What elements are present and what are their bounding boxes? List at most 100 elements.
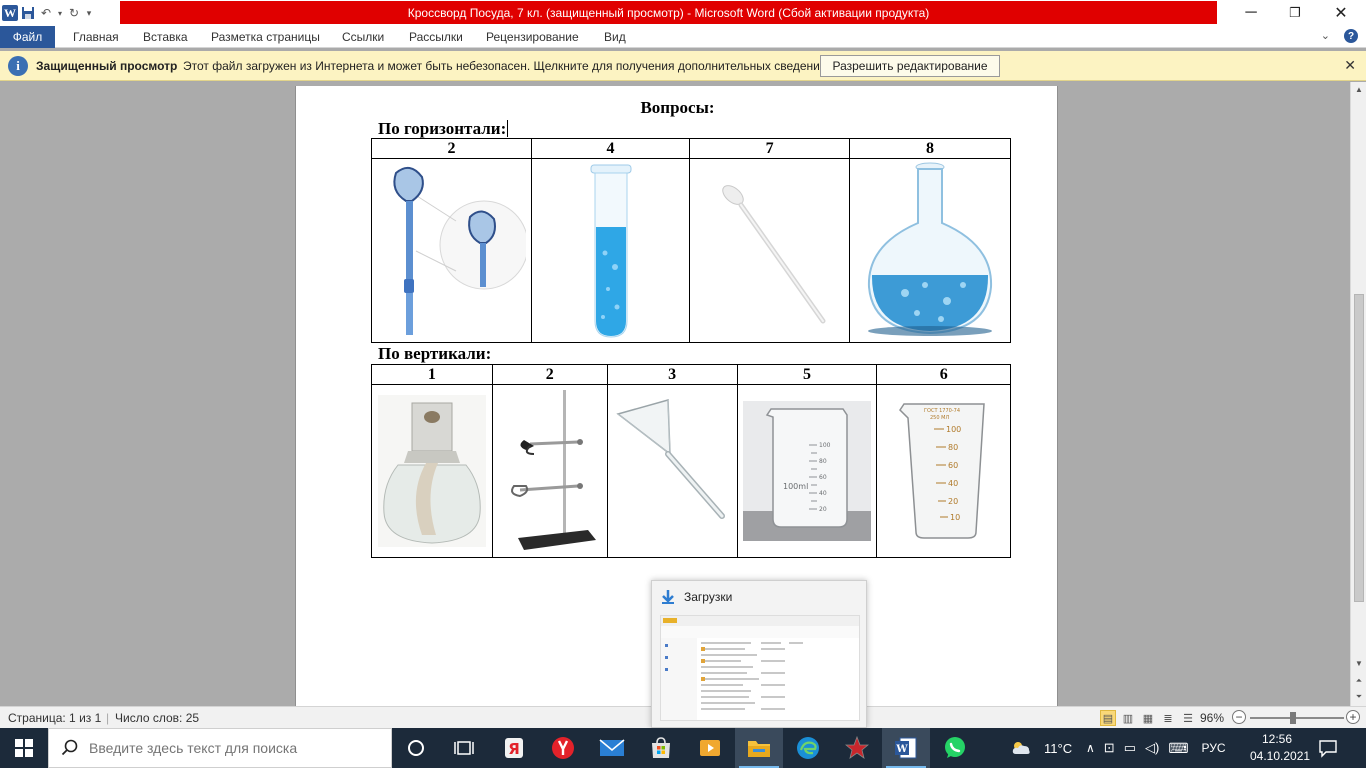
- zoom-out-icon[interactable]: −: [1232, 710, 1246, 724]
- svg-text:Я: Я: [508, 740, 520, 758]
- yandex-icon: [552, 737, 574, 759]
- help-icon[interactable]: ?: [1344, 29, 1358, 43]
- system-tray: ∧ ⊡ ▭ ◁) ⌨ РУС: [1086, 728, 1226, 768]
- taskbar-mail[interactable]: [588, 728, 636, 768]
- scroll-down-icon[interactable]: ▼: [1351, 656, 1366, 670]
- full-screen-reading-icon[interactable]: ▥: [1120, 710, 1136, 726]
- horizontal-numbers-row: 2 4 7 8: [371, 138, 1011, 159]
- file-explorer-icon: [748, 741, 770, 757]
- draft-icon[interactable]: ☰: [1180, 710, 1196, 726]
- outline-icon[interactable]: ≣: [1160, 710, 1176, 726]
- measuring-cup-cell: ГОСТ 1770-74 250 МЛ 100 80 60 40 20 10: [876, 384, 1011, 558]
- tab-mailings[interactable]: Рассылки: [409, 26, 463, 48]
- zoom-knob[interactable]: [1290, 712, 1296, 724]
- cup-mark-10: 10: [950, 513, 960, 522]
- clock-date: 04.10.2021: [1250, 749, 1311, 763]
- expand-ribbon-icon[interactable]: ⌄: [1321, 29, 1330, 43]
- redo-icon[interactable]: ↻: [66, 5, 82, 21]
- vertical-table: 1 2 3 5 6 100 80 60 40 20 100ml ГОСТ 177…: [371, 364, 1011, 558]
- view-modes: ▤ ▥ ▦ ≣ ☰: [1100, 710, 1196, 726]
- undo-dropdown-icon[interactable]: ▾: [56, 5, 64, 21]
- restore-button[interactable]: ❐: [1272, 0, 1318, 26]
- tab-insert[interactable]: Вставка: [143, 26, 188, 48]
- horizontal-label-text: По горизонтали:: [378, 119, 507, 138]
- word-count[interactable]: Число слов: 25: [115, 711, 199, 725]
- zoom-slider[interactable]: − +: [1232, 710, 1362, 726]
- system-clock[interactable]: 12:56 04.10.2021: [1250, 731, 1311, 765]
- vertical-label: По вертикали:: [378, 344, 492, 363]
- zoom-level[interactable]: 96%: [1200, 711, 1224, 725]
- keyboard-icon[interactable]: ⌨: [1168, 740, 1188, 757]
- restore-icon: ❐: [1289, 5, 1301, 20]
- taskbar-yandex-browser[interactable]: Я: [490, 728, 538, 768]
- web-layout-icon[interactable]: ▦: [1140, 710, 1156, 726]
- explorer-preview[interactable]: [660, 615, 860, 721]
- tab-home[interactable]: Главная: [73, 26, 119, 48]
- save-icon[interactable]: [20, 5, 36, 21]
- download-arrow-icon: [662, 590, 674, 604]
- word-app-icon: W: [895, 737, 917, 759]
- protected-view-bar[interactable]: i Защищенный просмотр Этот файл загружен…: [0, 51, 1366, 81]
- notifications-icon[interactable]: [1318, 738, 1338, 758]
- status-divider: |: [106, 711, 110, 725]
- minimize-button[interactable]: ─: [1228, 0, 1274, 26]
- tab-page-layout[interactable]: Разметка страницы: [211, 26, 320, 48]
- show-hidden-icons-icon[interactable]: ∧: [1086, 741, 1095, 755]
- network-share-icon[interactable]: ⊡: [1104, 740, 1115, 756]
- zoom-in-icon[interactable]: +: [1346, 710, 1360, 724]
- protected-view-close-icon[interactable]: ✕: [1344, 57, 1356, 74]
- taskbar-yandex[interactable]: [539, 728, 587, 768]
- explorer-preview-image: [661, 616, 859, 720]
- tab-review[interactable]: Рецензирование: [486, 26, 579, 48]
- ribbon-tabs: Файл Главная Вставка Разметка страницы С…: [0, 26, 1366, 48]
- search-input[interactable]: [89, 740, 379, 756]
- close-button[interactable]: ✕: [1318, 0, 1364, 26]
- vertical-number-cell: 3: [606, 364, 738, 385]
- cortana-button[interactable]: [392, 728, 440, 768]
- beaker-mark-20: 20: [819, 506, 827, 513]
- page-count[interactable]: Страница: 1 из 1: [8, 711, 101, 725]
- taskbar-whatsapp[interactable]: [931, 728, 979, 768]
- scroll-up-icon[interactable]: ▲: [1351, 82, 1366, 96]
- word-logo-icon[interactable]: W: [2, 5, 18, 21]
- taskbar-edge[interactable]: [784, 728, 832, 768]
- cup-header-text: ГОСТ 1770-74: [924, 408, 960, 414]
- start-button[interactable]: [0, 728, 48, 768]
- next-page-icon[interactable]: ⏷: [1351, 690, 1366, 704]
- previous-page-icon[interactable]: ⏶: [1351, 674, 1366, 688]
- thumbnail-title: Загрузки: [684, 590, 733, 604]
- tab-references[interactable]: Ссылки: [342, 26, 384, 48]
- taskbar-file-explorer[interactable]: [735, 728, 783, 768]
- taskbar-word[interactable]: W: [882, 728, 930, 768]
- funnel-image: [616, 399, 726, 519]
- video-player-icon: [700, 740, 720, 756]
- vertical-images-row: 100 80 60 40 20 100ml ГОСТ 1770-74 250 М…: [371, 384, 1011, 558]
- spirit-lamp-image: [377, 395, 486, 547]
- taskbar-video[interactable]: [686, 728, 734, 768]
- protected-view-message[interactable]: Этот файл загружен из Интернета и может …: [183, 59, 830, 73]
- print-layout-icon[interactable]: ▤: [1100, 710, 1116, 726]
- taskbar-store[interactable]: [637, 728, 685, 768]
- downloads-thumbnail-popup[interactable]: Загрузки: [651, 580, 867, 728]
- tab-file[interactable]: Файл: [0, 26, 55, 48]
- enable-editing-button[interactable]: Разрешить редактирование: [820, 55, 1000, 77]
- scrollbar-thumb[interactable]: [1354, 294, 1364, 602]
- round-flask-cell: [849, 158, 1011, 343]
- customize-toolbar-icon[interactable]: ▾: [84, 5, 94, 21]
- vertical-scrollbar[interactable]: ▲ ▼ ⏶ ⏷: [1350, 82, 1366, 706]
- protected-view-title: Защищенный просмотр: [36, 59, 178, 73]
- taskbar-search[interactable]: [48, 728, 392, 768]
- task-view-button[interactable]: [440, 728, 488, 768]
- store-icon: [652, 737, 670, 758]
- network-icon[interactable]: ▭: [1124, 740, 1136, 756]
- undo-icon[interactable]: ↶: [38, 5, 54, 21]
- spoon-spatula-image: [393, 166, 527, 335]
- weather-widget[interactable]: 11°C: [1010, 728, 1072, 768]
- taskbar-game[interactable]: [833, 728, 881, 768]
- language-indicator[interactable]: РУС: [1202, 741, 1226, 755]
- volume-icon[interactable]: ◁): [1145, 740, 1159, 756]
- spirit-lamp-cell: [371, 384, 493, 558]
- vertical-number-cell: 5: [736, 364, 878, 385]
- tab-view[interactable]: Вид: [604, 26, 626, 48]
- beaker-mark-40: 40: [819, 490, 827, 497]
